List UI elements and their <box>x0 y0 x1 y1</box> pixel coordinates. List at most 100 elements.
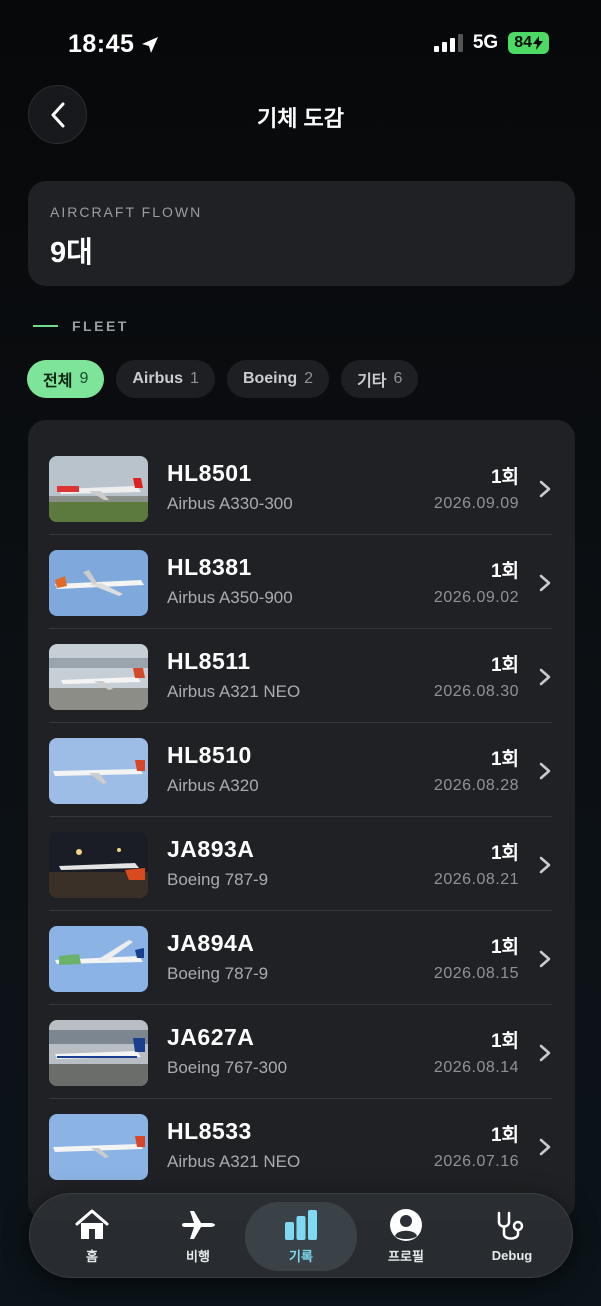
location-arrow-icon <box>142 36 159 53</box>
aircraft-registration: HL8501 <box>167 460 252 486</box>
chevron-right-icon <box>539 950 551 968</box>
tab-label: 비행 <box>186 1249 210 1264</box>
bottom-tab-bar: 홈 비행 기록 프로필 Debug <box>29 1193 573 1278</box>
chevron-right-icon <box>539 574 551 592</box>
chevron-right-icon <box>539 1044 551 1062</box>
flight-count: 1회 <box>490 467 519 488</box>
tab-records[interactable]: 기록 <box>245 1202 357 1271</box>
last-flight-date: 2026.08.28 <box>433 777 519 794</box>
last-flight-date: 2026.07.16 <box>433 1153 519 1170</box>
chevron-right-icon <box>539 1138 551 1156</box>
aircraft-registration: HL8381 <box>167 554 252 580</box>
aircraft-registration: JA893A <box>167 836 255 862</box>
aircraft-photo <box>49 738 148 804</box>
aircraft-row[interactable]: JA893A Boeing 787-9 1회 2026.08.21 <box>49 817 552 911</box>
aircraft-registration: HL8510 <box>167 742 252 768</box>
aircraft-photo <box>49 456 148 522</box>
aircraft-photo <box>49 550 148 616</box>
flight-count: 1회 <box>490 655 519 676</box>
aircraft-model: Airbus A321 NEO <box>167 1152 301 1171</box>
tab-label: 홈 <box>86 1249 98 1264</box>
chevron-right-icon <box>539 762 551 780</box>
tab-label: 프로필 <box>388 1249 424 1264</box>
tab-debug[interactable]: Debug <box>456 1202 568 1271</box>
aircraft-row[interactable]: JA894A Boeing 787-9 1회 2026.08.15 <box>49 911 552 1005</box>
aircraft-row[interactable]: HL8511 Airbus A321 NEO 1회 2026.08.30 <box>49 629 552 723</box>
aircraft-list: HL8501 Airbus A330-300 1회 2026.09.09 HL8… <box>28 420 575 1220</box>
flight-count: 1회 <box>490 843 519 864</box>
aircraft-registration: JA627A <box>167 1024 255 1050</box>
page-title: 기체 도감 <box>256 106 345 131</box>
aircraft-row[interactable]: HL8381 Airbus A350-900 1회 2026.09.02 <box>49 535 552 629</box>
chip-count: 1 <box>190 370 199 387</box>
aircraft-photo <box>49 832 148 898</box>
stethoscope-icon <box>497 1211 524 1240</box>
battery-level: 84 <box>514 34 532 51</box>
status-time: 18:45 <box>68 30 160 59</box>
last-flight-date: 2026.08.14 <box>433 1059 519 1076</box>
aircraft-photo <box>49 1020 148 1086</box>
filter-chip-airbus[interactable]: Airbus 1 <box>116 360 215 398</box>
time-text: 18:45 <box>68 30 135 58</box>
aircraft-row[interactable]: HL8510 Airbus A320 1회 2026.08.28 <box>49 723 552 817</box>
chip-label: 기타 <box>357 373 387 390</box>
chevron-right-icon <box>539 668 551 686</box>
chip-count: 2 <box>304 370 314 387</box>
aircraft-model: Boeing 787-9 <box>167 870 269 889</box>
aircraft-registration: HL8533 <box>167 1118 252 1144</box>
chip-count: 9 <box>79 370 89 387</box>
chip-label: Boeing <box>242 370 298 387</box>
section-label: FLEET <box>72 318 129 334</box>
tab-home[interactable]: 홈 <box>36 1202 148 1271</box>
tab-label: Debug <box>491 1248 533 1263</box>
flight-count: 1회 <box>490 1125 519 1146</box>
status-bar: 18:45 5G 84 <box>0 0 601 90</box>
chip-label: Airbus <box>132 370 184 387</box>
tab-profile[interactable]: 프로필 <box>350 1202 462 1271</box>
flight-count: 1회 <box>490 561 519 582</box>
network-type: 5G <box>472 32 499 53</box>
charging-bolt-icon <box>533 36 543 50</box>
chevron-right-icon <box>539 856 551 874</box>
aircraft-registration: HL8511 <box>167 648 251 674</box>
last-flight-date: 2026.09.09 <box>433 495 519 512</box>
tab-label: 기록 <box>289 1249 313 1264</box>
chevron-right-icon <box>539 480 551 498</box>
last-flight-date: 2026.08.21 <box>433 871 519 888</box>
aircraft-model: Airbus A330-300 <box>167 494 293 513</box>
summary-label: AIRCRAFT FLOWN <box>50 204 203 220</box>
aircraft-model: Airbus A350-900 <box>167 588 293 607</box>
last-flight-date: 2026.09.02 <box>433 589 519 606</box>
bar-chart-icon <box>285 1210 317 1240</box>
flight-count: 1회 <box>490 937 519 958</box>
section-divider <box>33 325 58 327</box>
aircraft-model: Boeing 767-300 <box>167 1058 288 1077</box>
chip-label: 전체 <box>43 373 73 390</box>
aircraft-registration: JA894A <box>167 930 255 956</box>
filter-chip-all[interactable]: 전체 9 <box>27 360 105 398</box>
home-icon <box>75 1209 109 1239</box>
tab-flight[interactable]: 비행 <box>142 1202 254 1271</box>
filter-chip-other[interactable]: 기타 6 <box>341 360 419 398</box>
status-indicators: 5G 84 <box>433 32 549 54</box>
last-flight-date: 2026.08.30 <box>433 683 519 700</box>
aircraft-model: Airbus A320 <box>167 776 259 795</box>
summary-value: 9대 <box>50 237 93 269</box>
airplane-icon <box>182 1211 215 1239</box>
aircraft-flown-card: AIRCRAFT FLOWN 9대 <box>28 181 575 286</box>
aircraft-row[interactable]: JA627A Boeing 767-300 1회 2026.08.14 <box>49 1005 552 1099</box>
aircraft-photo <box>49 644 148 710</box>
aircraft-row[interactable]: HL8501 Airbus A330-300 1회 2026.09.09 <box>49 441 552 535</box>
fleet-section-header: FLEET <box>33 318 129 334</box>
flight-count: 1회 <box>490 749 519 770</box>
aircraft-model: Airbus A321 NEO <box>167 682 301 701</box>
filter-chip-boeing[interactable]: Boeing 2 <box>226 360 330 398</box>
flight-count: 1회 <box>490 1031 519 1052</box>
aircraft-row[interactable]: HL8533 Airbus A321 NEO 1회 2026.07.16 <box>49 1099 552 1193</box>
chip-count: 6 <box>393 370 403 387</box>
aircraft-photo <box>49 1114 148 1180</box>
filter-chips: 전체 9 Airbus 1 Boeing 2 기타 6 <box>27 360 419 398</box>
aircraft-model: Boeing 787-9 <box>167 964 269 983</box>
battery-icon: 84 <box>508 32 549 54</box>
profile-icon <box>390 1209 422 1241</box>
